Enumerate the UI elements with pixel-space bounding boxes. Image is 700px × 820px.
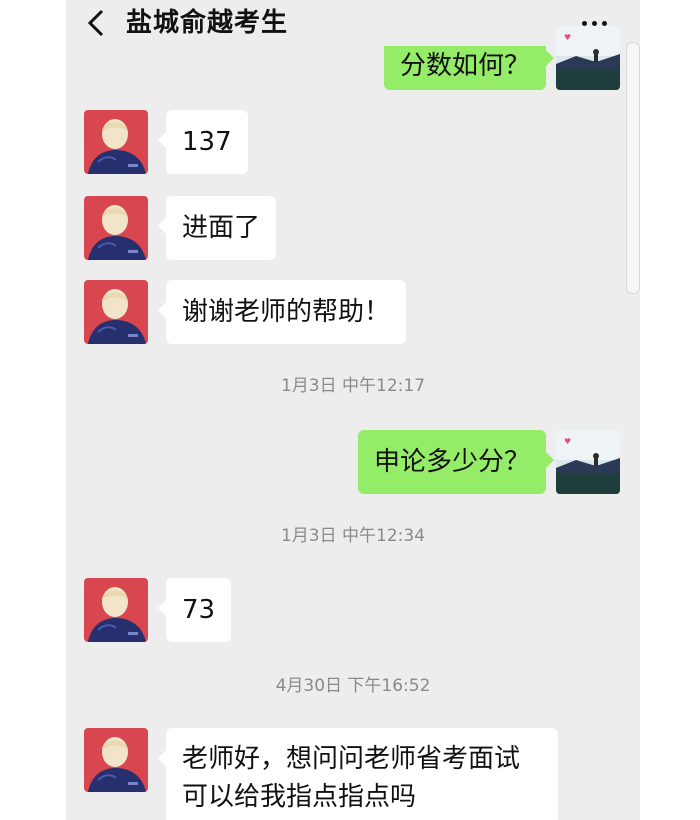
outgoing-message-bubble[interactable]: 申论多少分？ (358, 430, 555, 494)
incoming-message-bubble[interactable]: 137 (158, 110, 248, 174)
message-text: 进面了 (182, 213, 261, 243)
message-text-line: 可以给我指点指点吗 (182, 782, 417, 812)
incoming-message-bubble[interactable]: 谢谢老师的帮助！ (157, 280, 407, 344)
chat-screen: 盐城俞越考生 分数如何？ 137 进面了 谢谢老师的帮助！ 1月3日 中午12:… (66, 0, 640, 820)
message-text: 谢谢老师的帮助！ (182, 297, 391, 327)
message-text: 137 (182, 127, 232, 157)
peer-avatar[interactable] (84, 110, 148, 174)
message-text: 申论多少分？ (374, 447, 531, 477)
incoming-message-bubble[interactable]: 进面了 (157, 196, 277, 260)
self-avatar[interactable] (556, 430, 620, 494)
incoming-message-bubble[interactable]: 73 (157, 578, 232, 642)
peer-avatar[interactable] (84, 728, 148, 792)
peer-avatar[interactable] (84, 280, 148, 344)
chat-title: 盐城俞越考生 (126, 8, 289, 38)
back-arrow-icon[interactable] (84, 8, 108, 38)
timestamp: 1月3日 中午12:17 (280, 376, 426, 396)
scrollbar[interactable] (626, 42, 640, 294)
self-avatar[interactable] (556, 26, 620, 90)
peer-avatar[interactable] (84, 196, 148, 260)
timestamp: 1月3日 中午12:34 (280, 526, 426, 546)
peer-avatar[interactable] (84, 578, 148, 642)
message-text-line: 老师好，想问问老师省考面试 (182, 744, 521, 774)
message-text: 分数如何？ (400, 51, 531, 81)
message-text: 73 (182, 595, 216, 625)
chat-header: 盐城俞越考生 (66, 0, 640, 46)
timestamp: 4月30日 下午16:52 (275, 676, 431, 696)
incoming-message-bubble[interactable]: 老师好，想问问老师省考面试 可以给我指点指点吗 (158, 728, 558, 820)
